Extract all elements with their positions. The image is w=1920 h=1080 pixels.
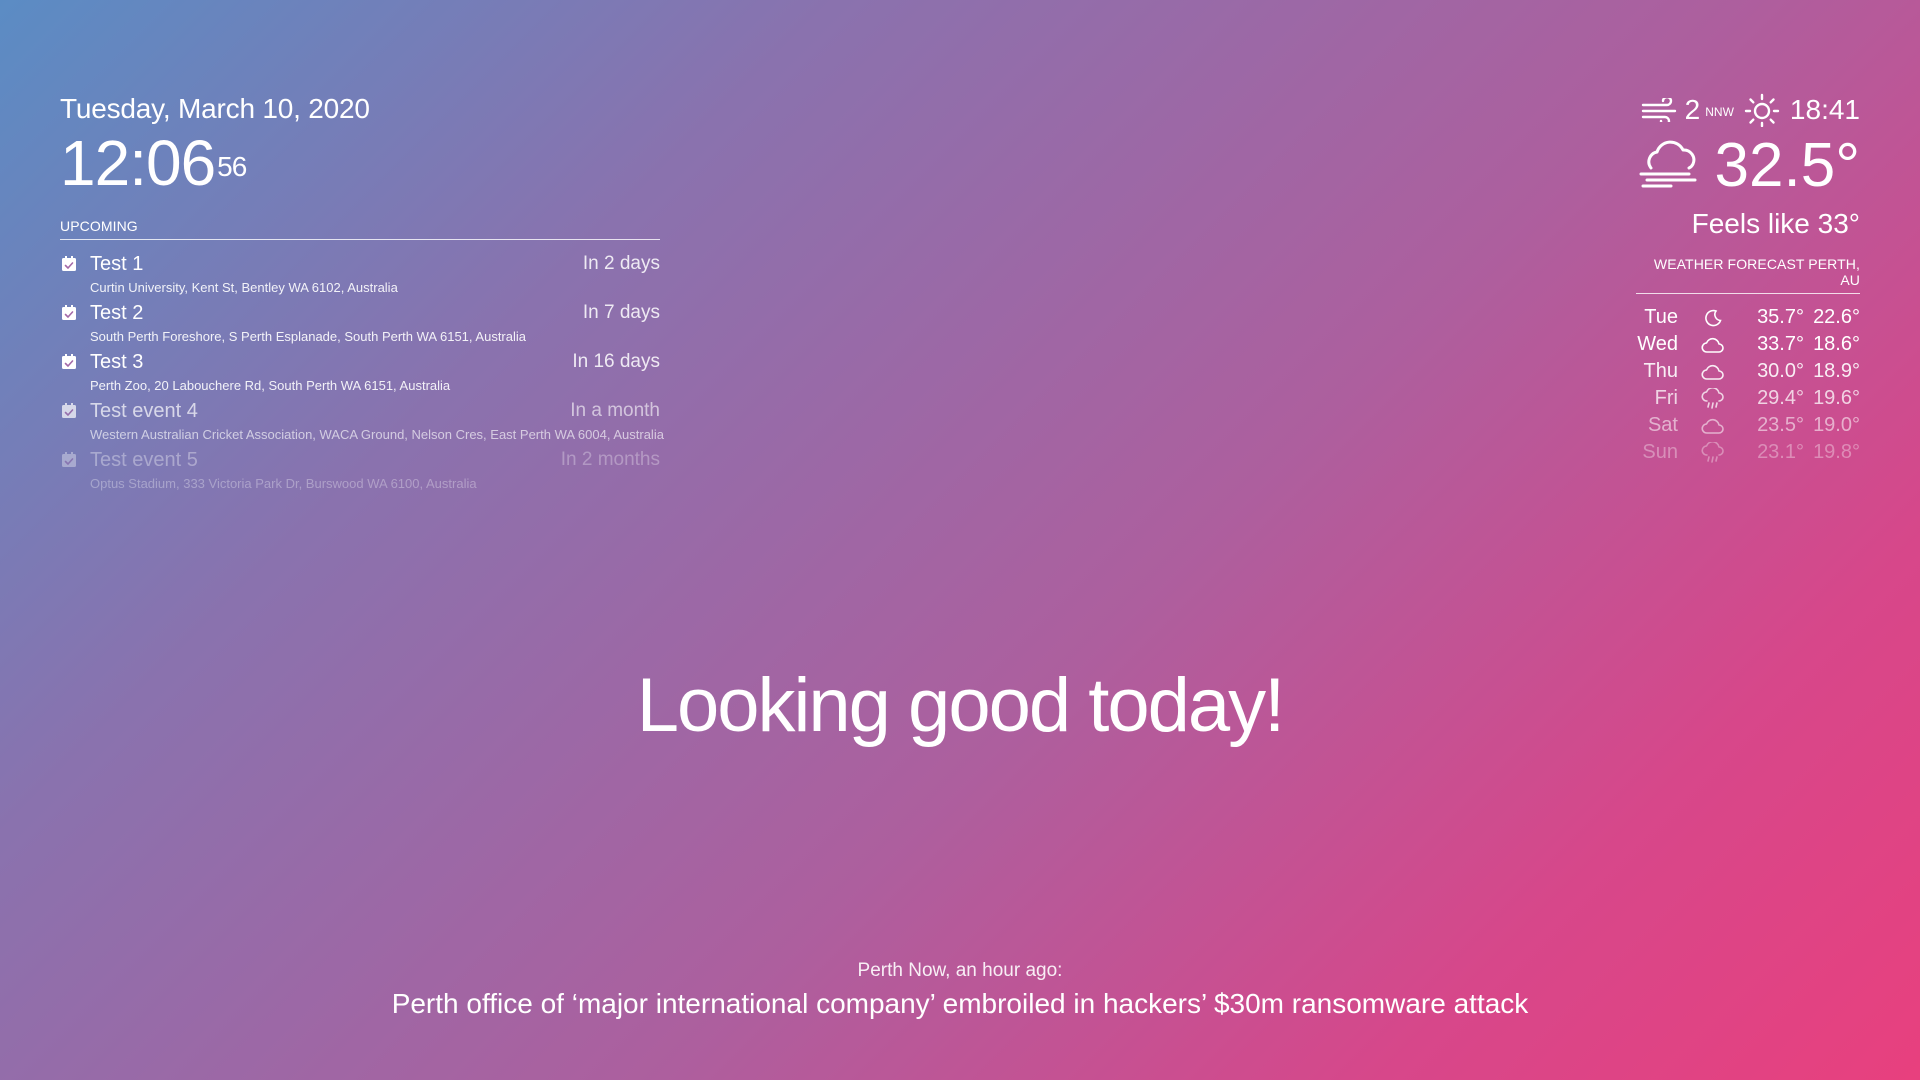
calendar-check-icon: [62, 256, 76, 271]
forecast-min: 19.8°: [1813, 441, 1860, 463]
forecast-max: 23.5°: [1757, 414, 1804, 436]
clock-seconds: 56: [217, 151, 247, 182]
forecast-max: 33.7°: [1757, 333, 1804, 355]
forecast-row: Fri 29.4° 19.6°: [1636, 385, 1860, 412]
forecast-day: Wed: [1637, 333, 1678, 355]
calendar-module: UPCOMING Test 1 In 2 days Curtin Univers…: [60, 218, 664, 495]
cloud-icon: [1678, 336, 1748, 354]
clock-date: Tuesday, March 10, 2020: [60, 93, 370, 124]
event-time: In 7 days: [582, 302, 660, 323]
calendar-event[interactable]: Test 3 In 16 days Perth Zoo, 20 Labouche…: [60, 348, 660, 397]
forecast-header: WEATHER FORECAST PERTH, AU: [1636, 256, 1860, 294]
forecast-row: Sat 23.5° 19.0°: [1636, 412, 1860, 439]
event-title: Test 2: [90, 302, 144, 324]
event-time: In a month: [570, 400, 660, 421]
calendar-check-icon: [62, 452, 76, 467]
compliment-text: Looking good today!: [636, 663, 1286, 748]
wind-direction: NNW: [1705, 105, 1734, 119]
rain-cloud-icon: [1678, 387, 1748, 410]
forecast-min: 22.6°: [1813, 306, 1860, 328]
current-temperature: 32.5°: [1714, 131, 1860, 200]
forecast-max: 35.7°: [1757, 306, 1804, 328]
news-headline[interactable]: Perth office of ‘major international com…: [0, 986, 1920, 1022]
clock-module: Tuesday, March 10, 2020 12:0656: [60, 92, 370, 198]
rain-cloud-icon: [1678, 441, 1748, 464]
event-title: Test event 4: [90, 400, 198, 422]
wind-speed: 2: [1684, 94, 1701, 125]
event-location: South Perth Foreshore, S Perth Esplanade…: [90, 329, 526, 344]
calendar-event[interactable]: Test 1 In 2 days Curtin University, Kent…: [60, 250, 660, 299]
calendar-check-icon: [62, 403, 76, 418]
forecast-row: Thu 30.0° 18.9°: [1636, 358, 1860, 385]
feels-like: Feels like 33°: [1691, 208, 1860, 239]
calendar-event[interactable]: Test event 5 In 2 months Optus Stadium, …: [60, 446, 660, 495]
sun-time: 18:41: [1789, 94, 1860, 125]
event-title: Test 3: [90, 351, 144, 373]
moon-icon: [1678, 308, 1748, 328]
event-location: Optus Stadium, 333 Victoria Park Dr, Bur…: [90, 476, 477, 491]
news-source: Perth Now, an hour ago:: [857, 960, 1063, 981]
event-title: Test event 5: [90, 449, 198, 471]
cloud-icon: [1678, 417, 1748, 435]
news-feed-module: Perth Now, an hour ago: Perth office of …: [0, 958, 1920, 1022]
calendar-header: UPCOMING: [60, 218, 660, 240]
calendar-check-icon: [62, 354, 76, 369]
wind-icon: [1641, 98, 1679, 122]
forecast-row: Wed 33.7° 18.6°: [1636, 331, 1860, 358]
cloud-icon: [1678, 363, 1748, 381]
forecast-table: Tue 35.7° 22.6° Wed 33.7° 18.6° Thu 30.0…: [1636, 304, 1860, 466]
sunset-icon: [1742, 93, 1782, 127]
forecast-row: Tue 35.7° 22.6°: [1636, 304, 1860, 331]
event-location: Curtin University, Kent St, Bentley WA 6…: [90, 280, 398, 295]
forecast-min: 18.9°: [1813, 360, 1860, 382]
forecast-max: 29.4°: [1757, 387, 1804, 409]
weather-forecast-module: WEATHER FORECAST PERTH, AU Tue 35.7° 22.…: [1636, 256, 1860, 466]
event-time: In 16 days: [572, 351, 660, 372]
cloudy-windy-icon: [1637, 138, 1701, 195]
temperature-row: 32.5°: [1637, 130, 1860, 202]
forecast-day: Thu: [1643, 360, 1678, 382]
forecast-day: Fri: [1654, 387, 1678, 409]
forecast-row: Sun 23.1° 19.8°: [1636, 439, 1860, 466]
forecast-min: 18.6°: [1813, 333, 1860, 355]
event-time: In 2 days: [582, 253, 660, 274]
calendar-event-list: Test 1 In 2 days Curtin University, Kent…: [60, 250, 664, 495]
forecast-day: Sat: [1647, 414, 1678, 436]
calendar-check-icon: [62, 305, 76, 320]
forecast-max: 30.0°: [1757, 360, 1804, 382]
clock-hours-minutes: 12:06: [60, 127, 216, 199]
clock-time: 12:0656: [60, 128, 370, 198]
calendar-event[interactable]: Test event 4 In a month Western Australi…: [60, 397, 664, 446]
current-weather-module: 2 NNW 18:41 32.5° Feels like 33°: [1637, 90, 1860, 242]
forecast-day: Sun: [1642, 441, 1678, 463]
forecast-min: 19.0°: [1813, 414, 1860, 436]
event-time: In 2 months: [560, 449, 660, 470]
wind-sun-row: 2 NNW 18:41: [1637, 90, 1860, 130]
calendar-event[interactable]: Test 2 In 7 days South Perth Foreshore, …: [60, 299, 660, 348]
event-location: Western Australian Cricket Association, …: [90, 427, 664, 442]
forecast-day: Tue: [1644, 306, 1678, 328]
forecast-max: 23.1°: [1757, 441, 1804, 463]
event-title: Test 1: [90, 253, 144, 275]
forecast-min: 19.6°: [1813, 387, 1860, 409]
event-location: Perth Zoo, 20 Labouchere Rd, South Perth…: [90, 378, 451, 393]
